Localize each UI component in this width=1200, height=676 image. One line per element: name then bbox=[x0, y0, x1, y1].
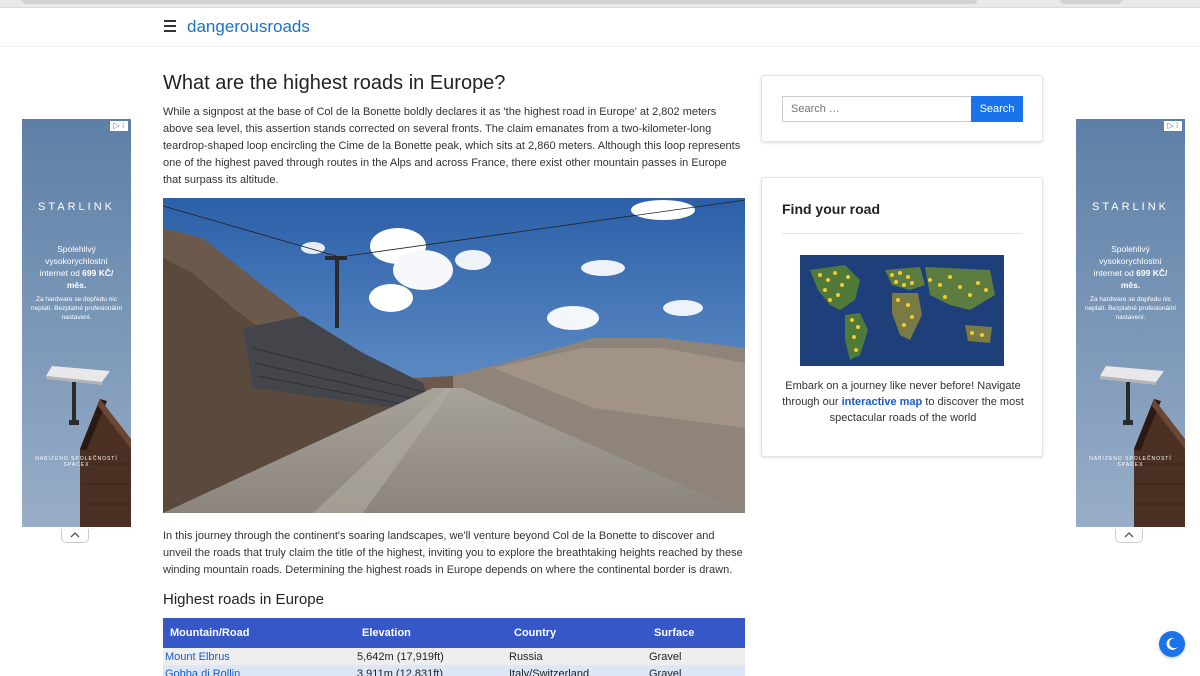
site-header: dangerousroads bbox=[0, 8, 1200, 47]
ad-subtext: Za hardware se dopředu nic neplatí. Bezp… bbox=[30, 296, 123, 321]
ad-brand: STARLINK bbox=[1092, 201, 1169, 213]
table-cell: 3.911m (12,831ft) bbox=[357, 667, 444, 676]
address-bar[interactable] bbox=[22, 0, 977, 4]
table-cell: Gravel bbox=[649, 650, 682, 663]
chevron-up-icon bbox=[70, 532, 80, 538]
search-input[interactable] bbox=[782, 96, 972, 122]
dark-mode-toggle[interactable] bbox=[1159, 631, 1185, 657]
chevron-up-icon bbox=[1124, 532, 1134, 538]
section-title: Highest roads in Europe bbox=[163, 591, 324, 608]
column-header: Mountain/Road bbox=[163, 618, 355, 648]
article-intro: While a signpost at the base of Col de l… bbox=[163, 106, 741, 186]
ad-choices-icon[interactable]: ▷ ⁝ bbox=[110, 121, 128, 131]
ad-footer: NABÍZENO SPOLEČNOSTÍ SPACEX bbox=[35, 456, 118, 468]
hamburger-menu-icon[interactable] bbox=[164, 20, 176, 32]
search-widget: Search bbox=[761, 75, 1043, 142]
site-name-link[interactable]: dangerousroads bbox=[187, 17, 310, 37]
ad-headline: Spolehlivý vysokorychlostní internet od … bbox=[1093, 244, 1168, 290]
ad-footer: NABÍZENO SPOLEČNOSTÍ SPACEX bbox=[1089, 456, 1172, 468]
widget-title: Find your road bbox=[782, 201, 880, 217]
road-link[interactable]: Mount Elbrus bbox=[165, 651, 230, 663]
table-row: Gobba di Rollin 3.911m (12,831ft) Italy/… bbox=[163, 665, 745, 676]
table-cell: Italy/Switzerland bbox=[509, 667, 590, 676]
world-map-thumbnail[interactable] bbox=[800, 255, 1004, 366]
column-header: Country bbox=[507, 618, 647, 648]
toolbar-button[interactable] bbox=[1060, 0, 1122, 4]
article: What are the highest roads in Europe? Wh… bbox=[162, 72, 746, 676]
interactive-map-link[interactable]: interactive map bbox=[842, 396, 923, 408]
table-cell: Gobba di Rollin bbox=[163, 665, 355, 676]
table-header-row: Mountain/Road Elevation Country Surface bbox=[163, 618, 745, 648]
satellite-dish-illustration bbox=[46, 366, 131, 527]
road-link[interactable]: Gobba di Rollin bbox=[165, 668, 240, 676]
table-cell: Gravel bbox=[649, 667, 682, 676]
table-cell: 5,642m (17,919ft) bbox=[357, 650, 444, 663]
highest-roads-table: Mountain/Road Elevation Country Surface … bbox=[163, 618, 745, 676]
mountain-road-photo bbox=[162, 198, 746, 513]
table-cell: Russia bbox=[509, 650, 543, 663]
ad-collapse-toggle-right[interactable] bbox=[1115, 529, 1143, 543]
search-button[interactable]: Search bbox=[971, 96, 1023, 122]
ad-headline: Spolehlivý vysokorychlostní internet od … bbox=[39, 244, 114, 290]
ad-subtext: Za hardware se dopředu nic neplatí. Bezp… bbox=[1084, 296, 1177, 321]
moon-icon bbox=[1166, 637, 1178, 650]
column-header: Elevation bbox=[355, 618, 507, 648]
widget-description: Embark on a journey like never before! N… bbox=[782, 380, 1024, 424]
ad-banner-right[interactable]: ▷ ⁝ STARLINK Spolehlivý vysokorychlostní… bbox=[1076, 119, 1185, 527]
page: dangerousroads ▷ ⁝ STARLINK Spolehlivý v… bbox=[0, 8, 1200, 676]
column-header: Surface bbox=[647, 618, 745, 648]
satellite-dish-illustration bbox=[1100, 366, 1185, 527]
article-body: In this journey through the continent's … bbox=[163, 530, 743, 576]
ad-banner-left[interactable]: ▷ ⁝ STARLINK Spolehlivý vysokorychlostní… bbox=[22, 119, 131, 527]
ad-collapse-toggle-left[interactable] bbox=[61, 529, 89, 543]
find-your-road-widget: Find your road Embark on a journey like … bbox=[761, 177, 1043, 457]
table-row: Mount Elbrus 5,642m (17,919ft) Russia Gr… bbox=[163, 648, 745, 665]
article-title: What are the highest roads in Europe? bbox=[163, 72, 506, 94]
table-cell: Mount Elbrus bbox=[163, 648, 355, 665]
ad-brand: STARLINK bbox=[38, 201, 115, 213]
browser-top-strip bbox=[0, 0, 1200, 8]
ad-choices-icon[interactable]: ▷ ⁝ bbox=[1164, 121, 1182, 131]
divider bbox=[782, 233, 1022, 234]
